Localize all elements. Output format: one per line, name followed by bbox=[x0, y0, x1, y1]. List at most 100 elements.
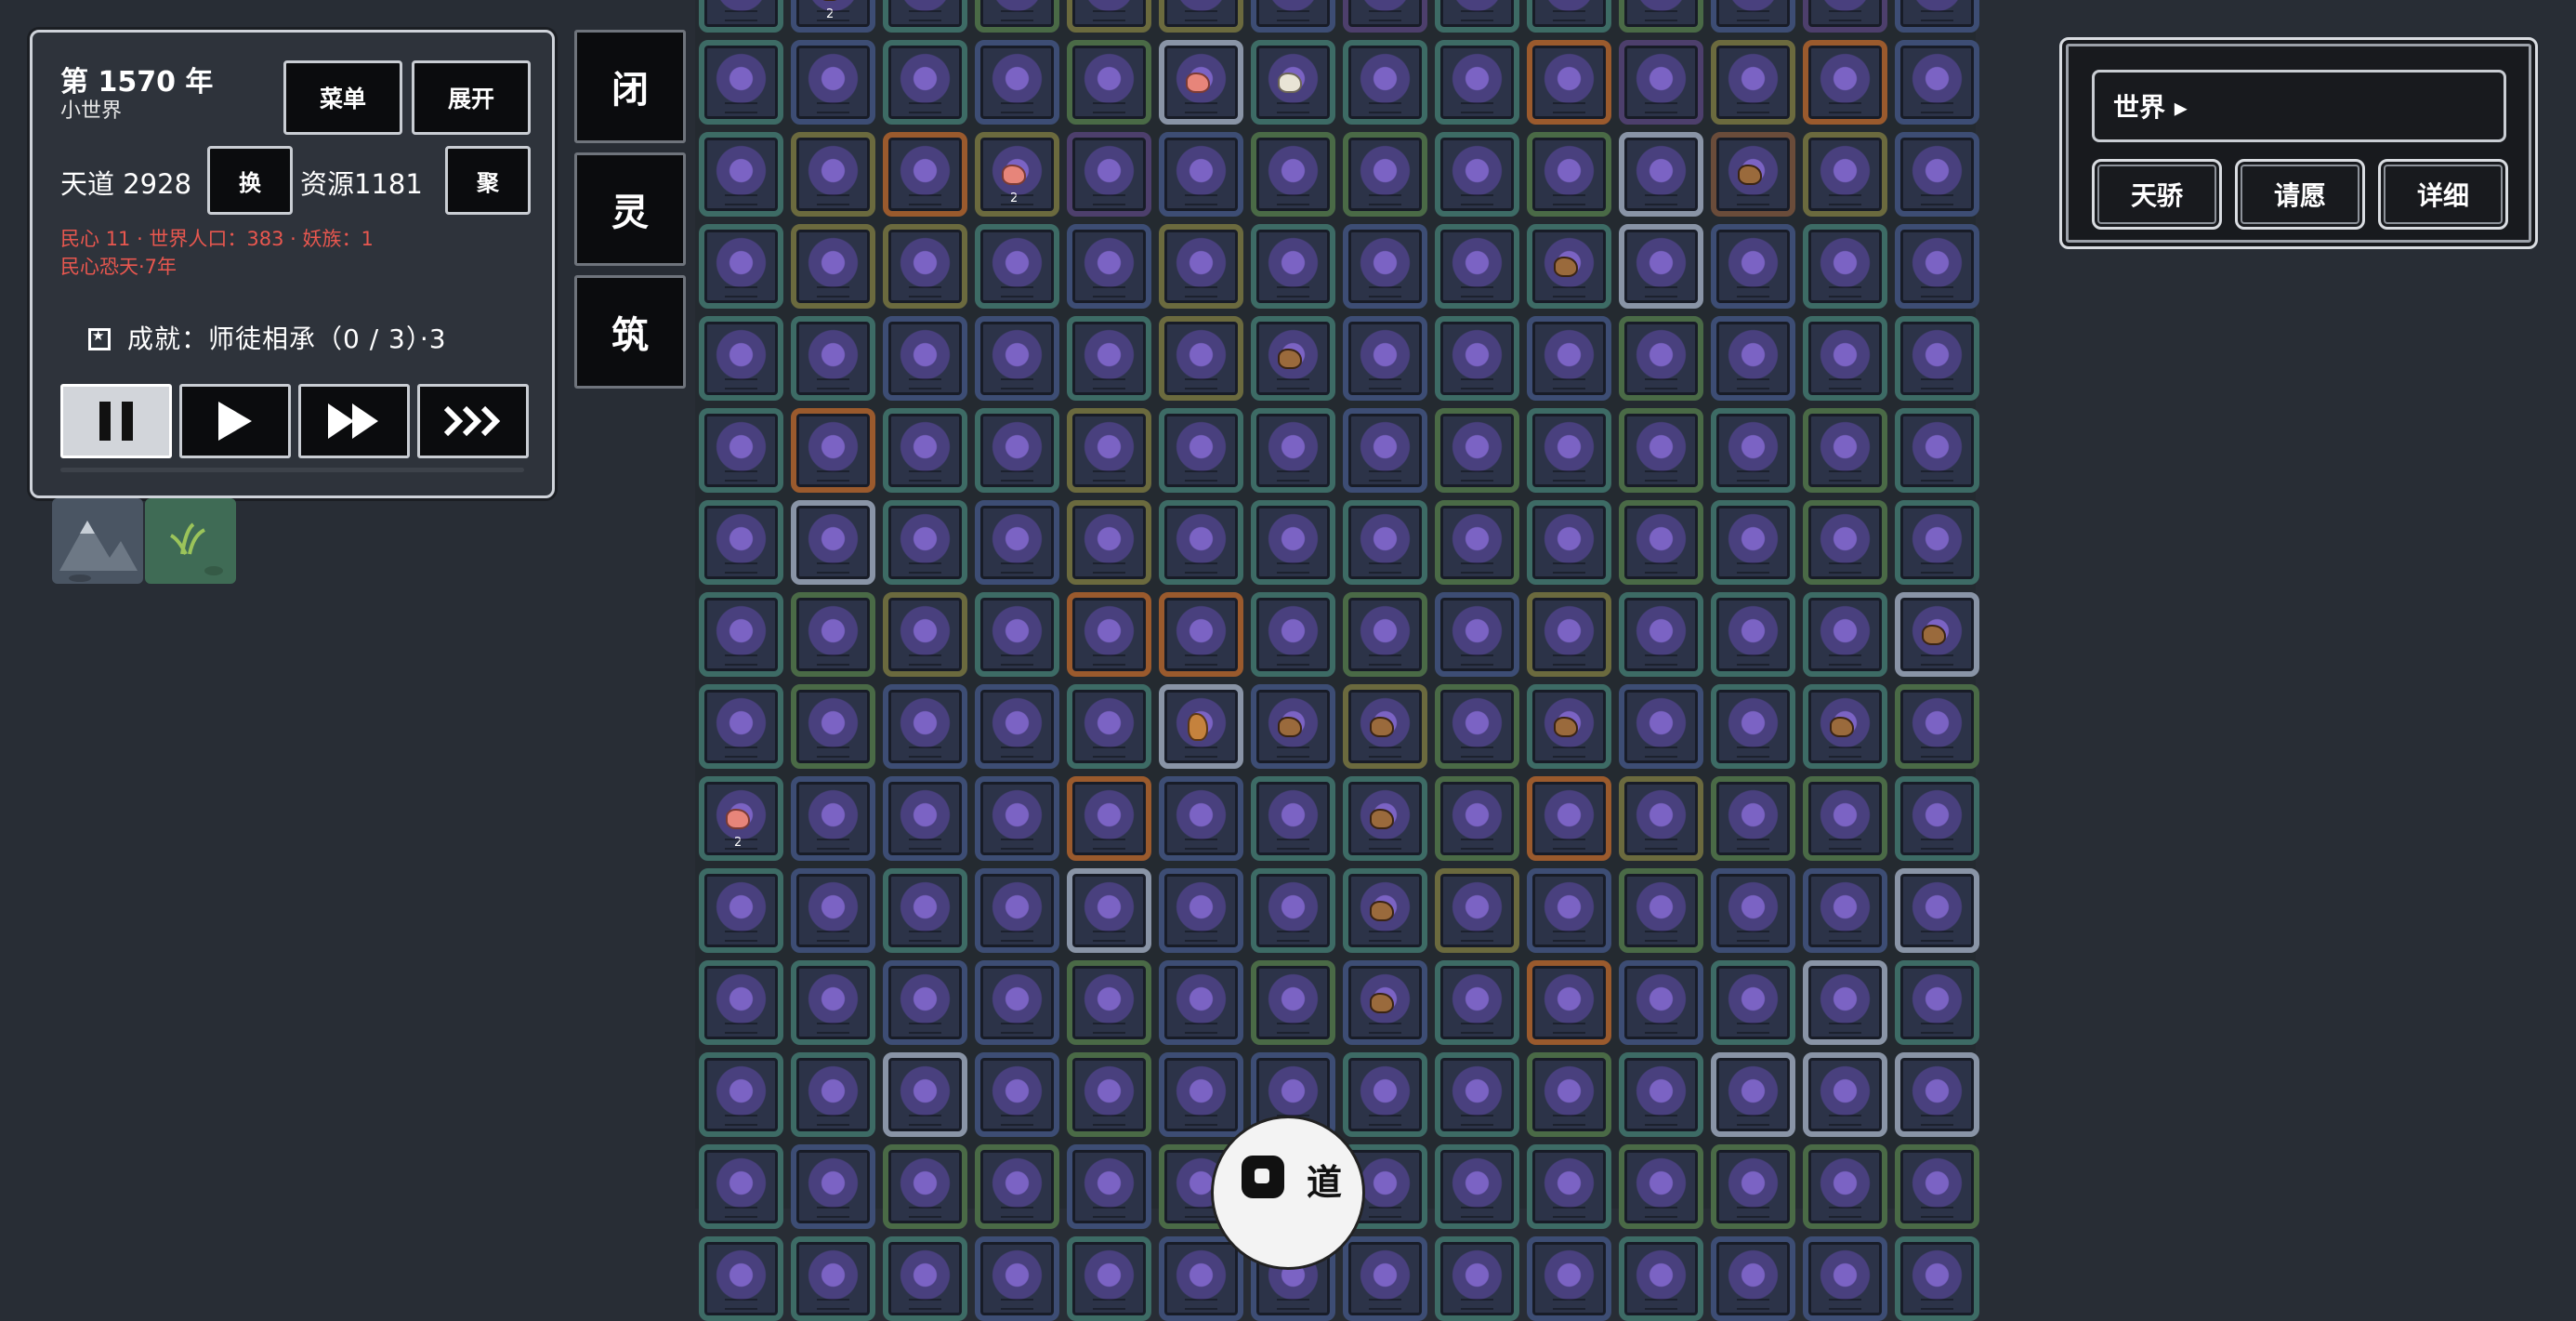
map-tile[interactable] bbox=[791, 40, 875, 125]
map-tile[interactable] bbox=[1159, 40, 1243, 125]
map-tile[interactable] bbox=[1159, 776, 1243, 861]
brown-creature-icon[interactable] bbox=[1370, 900, 1395, 921]
map-tile[interactable] bbox=[975, 40, 1059, 125]
map-tile[interactable] bbox=[1619, 776, 1703, 861]
brown-creature-icon[interactable] bbox=[818, 0, 843, 1]
map-tile[interactable] bbox=[1159, 408, 1243, 493]
map-tile[interactable] bbox=[1711, 316, 1795, 401]
map-tile[interactable] bbox=[975, 316, 1059, 401]
map-tile[interactable] bbox=[1619, 0, 1703, 33]
fast-forward-button[interactable] bbox=[298, 384, 410, 458]
map-tile[interactable] bbox=[791, 316, 875, 401]
map-tile[interactable] bbox=[1619, 1144, 1703, 1229]
map-tile[interactable] bbox=[1435, 500, 1519, 585]
map-tile[interactable] bbox=[1527, 1236, 1611, 1321]
map-tile[interactable]: 2 bbox=[791, 0, 875, 33]
petition-button[interactable]: 请愿 bbox=[2235, 159, 2365, 230]
map-tile[interactable] bbox=[1067, 0, 1151, 33]
map-tile[interactable] bbox=[883, 500, 967, 585]
map-tile[interactable] bbox=[1895, 1236, 1979, 1321]
map-tile[interactable] bbox=[699, 224, 783, 309]
map-tile[interactable] bbox=[1711, 776, 1795, 861]
map-tile[interactable] bbox=[699, 592, 783, 677]
grass-tile[interactable] bbox=[145, 498, 236, 584]
map-tile[interactable] bbox=[1711, 408, 1795, 493]
map-tile[interactable] bbox=[883, 592, 967, 677]
map-tile[interactable] bbox=[1343, 684, 1427, 769]
map-tile[interactable] bbox=[1251, 316, 1335, 401]
spirit-button[interactable]: 灵 bbox=[574, 152, 686, 266]
map-tile[interactable] bbox=[1067, 1144, 1151, 1229]
map-tile[interactable] bbox=[975, 1052, 1059, 1137]
map-tile[interactable] bbox=[1711, 500, 1795, 585]
map-tile[interactable] bbox=[791, 1052, 875, 1137]
expand-button[interactable]: 展开 bbox=[412, 60, 531, 135]
map-tile[interactable] bbox=[1251, 776, 1335, 861]
map-tile[interactable] bbox=[1711, 592, 1795, 677]
map-tile[interactable] bbox=[1067, 224, 1151, 309]
map-tile[interactable] bbox=[1895, 960, 1979, 1045]
map-tile[interactable] bbox=[1159, 868, 1243, 953]
map-tile[interactable] bbox=[1527, 960, 1611, 1045]
map-tile[interactable] bbox=[699, 868, 783, 953]
map-tile[interactable] bbox=[1343, 132, 1427, 217]
map-tile[interactable] bbox=[1435, 776, 1519, 861]
map-tile[interactable] bbox=[1619, 132, 1703, 217]
map-tile[interactable] bbox=[975, 0, 1059, 33]
map-tile[interactable] bbox=[1711, 224, 1795, 309]
map-tile[interactable] bbox=[1711, 868, 1795, 953]
map-tile[interactable] bbox=[791, 1144, 875, 1229]
map-tile[interactable] bbox=[791, 868, 875, 953]
deer-creature-icon[interactable] bbox=[1188, 712, 1209, 741]
map-tile[interactable] bbox=[1343, 316, 1427, 401]
map-tile[interactable] bbox=[791, 500, 875, 585]
map-tile[interactable] bbox=[1895, 224, 1979, 309]
map-tile[interactable] bbox=[1343, 224, 1427, 309]
map-tile[interactable] bbox=[1435, 40, 1519, 125]
map-tile[interactable] bbox=[883, 868, 967, 953]
brown-creature-icon[interactable] bbox=[1554, 256, 1579, 277]
map-tile[interactable] bbox=[1803, 1144, 1887, 1229]
map-tile[interactable] bbox=[1895, 316, 1979, 401]
map-tile[interactable] bbox=[1435, 132, 1519, 217]
map-tile[interactable] bbox=[1711, 1236, 1795, 1321]
map-tile[interactable] bbox=[1895, 1144, 1979, 1229]
white-creature-icon[interactable] bbox=[1278, 72, 1303, 93]
map-tile[interactable] bbox=[1435, 224, 1519, 309]
map-tile[interactable] bbox=[1067, 316, 1151, 401]
brown-creature-icon[interactable] bbox=[1278, 716, 1303, 737]
map-tile[interactable] bbox=[1435, 868, 1519, 953]
map-tile[interactable] bbox=[883, 1052, 967, 1137]
map-tile[interactable] bbox=[1803, 500, 1887, 585]
map-tile[interactable] bbox=[699, 1144, 783, 1229]
map-tile[interactable] bbox=[791, 960, 875, 1045]
map-tile[interactable] bbox=[791, 592, 875, 677]
map-tile[interactable] bbox=[1251, 0, 1335, 33]
map-tile[interactable] bbox=[1895, 500, 1979, 585]
map-tile[interactable] bbox=[1527, 40, 1611, 125]
map-tile[interactable] bbox=[1343, 0, 1427, 33]
map-tile[interactable]: 2 bbox=[975, 132, 1059, 217]
dao-button[interactable]: 道 bbox=[1211, 1116, 1365, 1270]
map-tile[interactable] bbox=[1435, 684, 1519, 769]
map-tile[interactable] bbox=[1435, 1236, 1519, 1321]
map-tile[interactable] bbox=[975, 224, 1059, 309]
map-tile[interactable] bbox=[791, 408, 875, 493]
map-tile[interactable] bbox=[1251, 408, 1335, 493]
pink-creature-icon[interactable] bbox=[726, 808, 751, 829]
map-tile[interactable] bbox=[975, 592, 1059, 677]
map-tile[interactable] bbox=[1067, 1052, 1151, 1137]
map-tile[interactable] bbox=[699, 408, 783, 493]
map-tile[interactable] bbox=[1895, 132, 1979, 217]
map-tile[interactable] bbox=[1803, 592, 1887, 677]
map-tile[interactable] bbox=[1251, 868, 1335, 953]
map-tile[interactable] bbox=[883, 224, 967, 309]
brown-creature-icon[interactable] bbox=[1830, 716, 1855, 737]
map-tile[interactable] bbox=[1619, 592, 1703, 677]
map-tile[interactable] bbox=[883, 408, 967, 493]
map-tile[interactable] bbox=[699, 40, 783, 125]
map-tile[interactable] bbox=[1067, 592, 1151, 677]
map-tile[interactable] bbox=[1711, 684, 1795, 769]
map-tile[interactable] bbox=[1527, 132, 1611, 217]
brown-creature-icon[interactable] bbox=[1370, 808, 1395, 829]
